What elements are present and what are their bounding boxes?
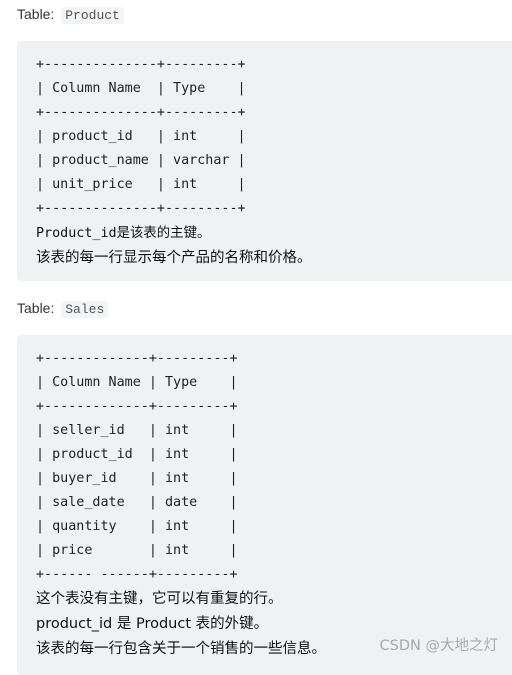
schema-row: | product_id | int | — [36, 129, 246, 144]
product-table-label: Table: Product — [17, 4, 124, 26]
schema-line: +--------------+---------+ — [36, 105, 246, 120]
product-note-description: 该表的每一行显示每个产品的名称和价格。 — [36, 250, 312, 266]
schema-line: +-------------+---------+ — [36, 399, 238, 414]
note-text: Product_id是该表的主键。 — [36, 226, 211, 241]
product-schema-ascii: +--------------+---------+ | Column Name… — [36, 53, 312, 271]
sales-note-foreign-key: product_id 是 Product 表的外键。 — [36, 616, 269, 632]
schema-row: | sale_date | date | — [36, 495, 238, 510]
csdn-watermark: CSDN @大地之灯 — [379, 638, 498, 654]
product-note-primary-key: Product_id是该表的主键。 — [36, 225, 210, 241]
schema-line: +--------------+---------+ — [36, 201, 246, 216]
product-table-name: Product — [61, 7, 124, 24]
table-label-prefix: Table: — [17, 300, 55, 316]
schema-line: +--------------+---------+ — [36, 57, 246, 72]
schema-row: | unit_price | int | — [36, 177, 246, 192]
schema-row: | quantity | int | — [36, 519, 238, 534]
schema-row: | buyer_id | int | — [36, 471, 238, 486]
schema-line: +------ ------+---------+ — [36, 567, 238, 582]
sales-schema-block: +-------------+---------+ | Column Name … — [17, 335, 512, 675]
schema-header-line: | Column Name | Type | — [36, 375, 238, 390]
schema-row: | product_name | varchar | — [36, 153, 246, 168]
sales-note-no-primary-key: 这个表没有主键，它可以有重复的行。 — [36, 591, 283, 607]
schema-row: | seller_id | int | — [36, 423, 238, 438]
schema-line: +-------------+---------+ — [36, 351, 238, 366]
schema-header-line: | Column Name | Type | — [36, 81, 246, 96]
schema-row: | price | int | — [36, 543, 238, 558]
sales-table-label: Table: Sales — [17, 298, 109, 320]
product-schema-block: +--------------+---------+ | Column Name… — [17, 41, 512, 281]
sales-table-name: Sales — [61, 301, 109, 318]
table-label-prefix: Table: — [17, 6, 55, 22]
sales-note-description: 该表的每一行包含关于一个销售的一些信息。 — [36, 641, 326, 657]
sales-schema-ascii: +-------------+---------+ | Column Name … — [36, 347, 326, 662]
schema-row: | product_id | int | — [36, 447, 238, 462]
